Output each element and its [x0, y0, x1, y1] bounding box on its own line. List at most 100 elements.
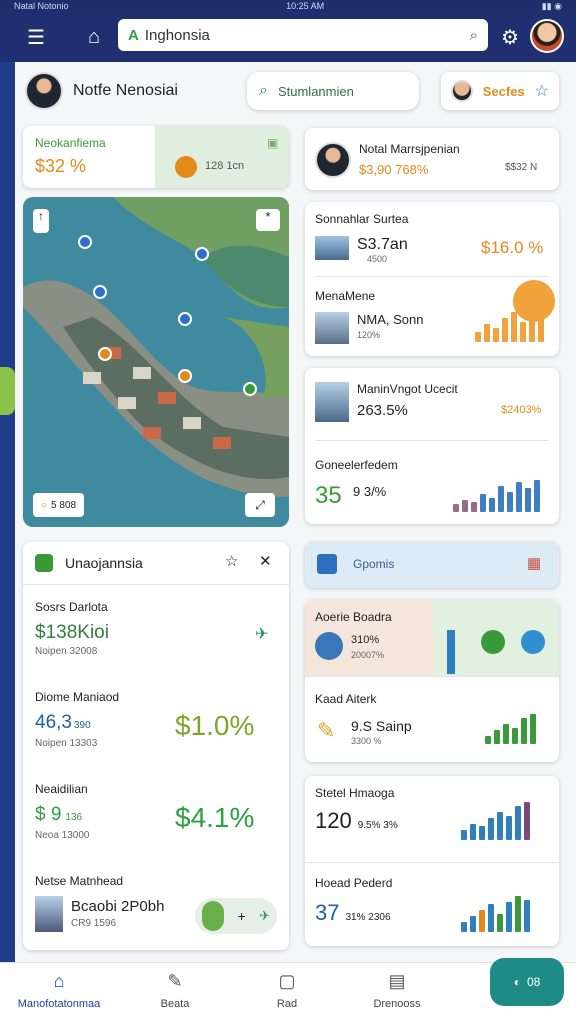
avatar[interactable]: [530, 19, 564, 53]
settings-icon[interactable]: ⚙: [490, 17, 530, 57]
map-expand-icon[interactable]: ⤢: [245, 493, 275, 517]
fab-label: 08: [526, 975, 541, 989]
plane-icon[interactable]: ✈: [255, 624, 268, 644]
map-star-icon[interactable]: *: [256, 209, 280, 231]
insight-card[interactable]: ManinVngot Ucecit 263.5% $2403% Goneeler…: [305, 368, 559, 524]
blue-circle-icon[interactable]: [521, 630, 545, 654]
chat-fab[interactable]: ◐ 08: [490, 958, 564, 1006]
row-sub: Noipen 13303: [35, 738, 98, 749]
toggle-pill[interactable]: + ✈: [195, 898, 277, 934]
bar: [498, 486, 504, 512]
bar: [512, 728, 518, 744]
divider: [305, 676, 559, 677]
bar: [515, 896, 521, 932]
row-value: $138Kioi: [35, 622, 109, 643]
bookmark-icon[interactable]: ☆: [225, 552, 238, 570]
green-circle-icon[interactable]: [481, 630, 505, 654]
hoead-title: Hoead Pederd: [315, 876, 393, 890]
list-item[interactable]: Sosrs Darlota $138Kioi Noipen 32008 ✈: [23, 590, 289, 680]
row-title: Sosrs Darlota: [35, 600, 108, 614]
star-icon[interactable]: ☆: [535, 81, 549, 101]
bar: [471, 502, 477, 512]
search-pill-label: Stumlanmien: [277, 83, 354, 99]
nav-item-home[interactable]: ⌂ Manofotatonmaa: [14, 971, 104, 1010]
nav-label: Manofotatonmaa: [17, 998, 101, 1010]
nav-label: Rad: [276, 998, 298, 1010]
side-rail: [0, 62, 15, 962]
map-view[interactable]: ↑ * ○ 5 808 ⤢: [23, 197, 289, 527]
divider: [23, 584, 289, 585]
nav-label: Beata: [160, 998, 190, 1010]
aoerie-card[interactable]: Aoerie Boadra 310% 20007% Kaad Aiterk ✎ …: [305, 600, 559, 762]
nav-item-rad[interactable]: ▢ Rad: [242, 971, 332, 1010]
sonna-title: Sonnahlar Surtea: [315, 212, 409, 226]
map-pin-icon[interactable]: [93, 285, 107, 299]
user-header[interactable]: Notfe Nenosiai: [25, 72, 178, 110]
row-value-group: $ 9 136: [35, 804, 82, 826]
plane-icon[interactable]: ✈: [259, 908, 270, 924]
stats-card[interactable]: Stetel Hmaoga 120 9.5% 3% Hoead Pederd 3…: [305, 776, 559, 946]
secure-icon: A: [128, 26, 139, 44]
address-bar[interactable]: A Inghonsia ⌕: [118, 19, 488, 51]
clipboard-icon: ▢: [278, 971, 296, 991]
close-icon[interactable]: ✕: [259, 552, 272, 570]
profile-button[interactable]: Secfes ☆: [441, 72, 559, 110]
row-sub: CR9 1596: [71, 918, 117, 929]
map-pin-icon[interactable]: [78, 235, 92, 249]
map-locate-icon[interactable]: ↑: [33, 209, 49, 233]
bar: [461, 830, 467, 840]
market-value: $32 %: [35, 156, 87, 176]
stetel-value: 120: [315, 808, 352, 833]
list-item[interactable]: Netse Matnhead Bcaobi 2P0bh CR9 1596 + ✈: [23, 866, 289, 950]
city-thumb: [315, 382, 349, 422]
bar: [484, 324, 490, 342]
aoerie-sub: 20007%: [351, 650, 385, 660]
bar: [494, 730, 500, 744]
sonna-sub: 4500: [367, 254, 388, 264]
chart-icon[interactable]: ▦: [527, 554, 541, 572]
globe-icon: [315, 632, 343, 660]
bar: [502, 318, 508, 342]
city-thumb: [35, 896, 63, 932]
user-avatar: [25, 72, 63, 110]
nav-item-beata[interactable]: ✎ Beata: [130, 971, 220, 1010]
nav-item-drenooss[interactable]: ▤ Drenooss: [352, 971, 442, 1010]
map-pin-icon[interactable]: [178, 369, 192, 383]
city-thumb: [315, 312, 349, 344]
status-icons: ▮▮ ◉: [541, 0, 562, 11]
market-card[interactable]: Neokanfiema $32 % 128 1cn ▣: [23, 126, 289, 188]
stetel-title: Stetel Hmaoga: [315, 786, 395, 800]
gonnis-banner[interactable]: Gpomis ▦: [305, 542, 559, 588]
row-sub: Neoa 13000: [35, 830, 90, 841]
gone-title: Goneelerfedem: [315, 458, 398, 472]
map-pin-icon[interactable]: [243, 382, 257, 396]
search-icon[interactable]: ⌕: [470, 27, 478, 44]
row-value: 46,3: [35, 712, 72, 733]
menu-icon[interactable]: ☰: [16, 17, 56, 57]
add-icon[interactable]: +: [237, 908, 245, 924]
search-pill[interactable]: ⌕ Stumlanmien: [247, 72, 419, 110]
map-pin-icon[interactable]: [195, 247, 209, 261]
map-badge[interactable]: ○ 5 808: [33, 493, 85, 517]
row-right-value: $4.1%: [175, 802, 255, 833]
map-pin-icon[interactable]: [178, 312, 192, 326]
city-thumb: [315, 236, 349, 260]
map-pin-icon[interactable]: [98, 347, 112, 361]
summary-card[interactable]: Sonnahlar Surtea S3.7an 4500 $16.0 % Men…: [305, 202, 559, 356]
row-value-small: 136: [65, 812, 83, 823]
bar: [525, 488, 531, 512]
rental-card[interactable]: Notal Marrsjpenian $3,90 768% $$32 N: [305, 128, 559, 190]
bar: [520, 322, 526, 342]
map-canvas: [23, 197, 289, 497]
market-side-value: 128 1cn: [205, 160, 245, 172]
status-left-text: Natal Notonio: [14, 1, 69, 11]
list-item[interactable]: Diome Maniaod 46,3 390 Noipen 13303 $1.0…: [23, 682, 289, 772]
rail-active-indicator[interactable]: [0, 367, 15, 415]
bar: [453, 504, 459, 512]
hoead-value-small: 31% 2306: [345, 912, 391, 923]
bar: [497, 914, 503, 932]
aoerie-value: 310%: [351, 634, 380, 646]
bar: [480, 494, 486, 512]
home-icon[interactable]: ⌂: [74, 17, 114, 57]
list-item[interactable]: Neaidilian $ 9 136 Neoa 13000 $4.1%: [23, 774, 289, 864]
